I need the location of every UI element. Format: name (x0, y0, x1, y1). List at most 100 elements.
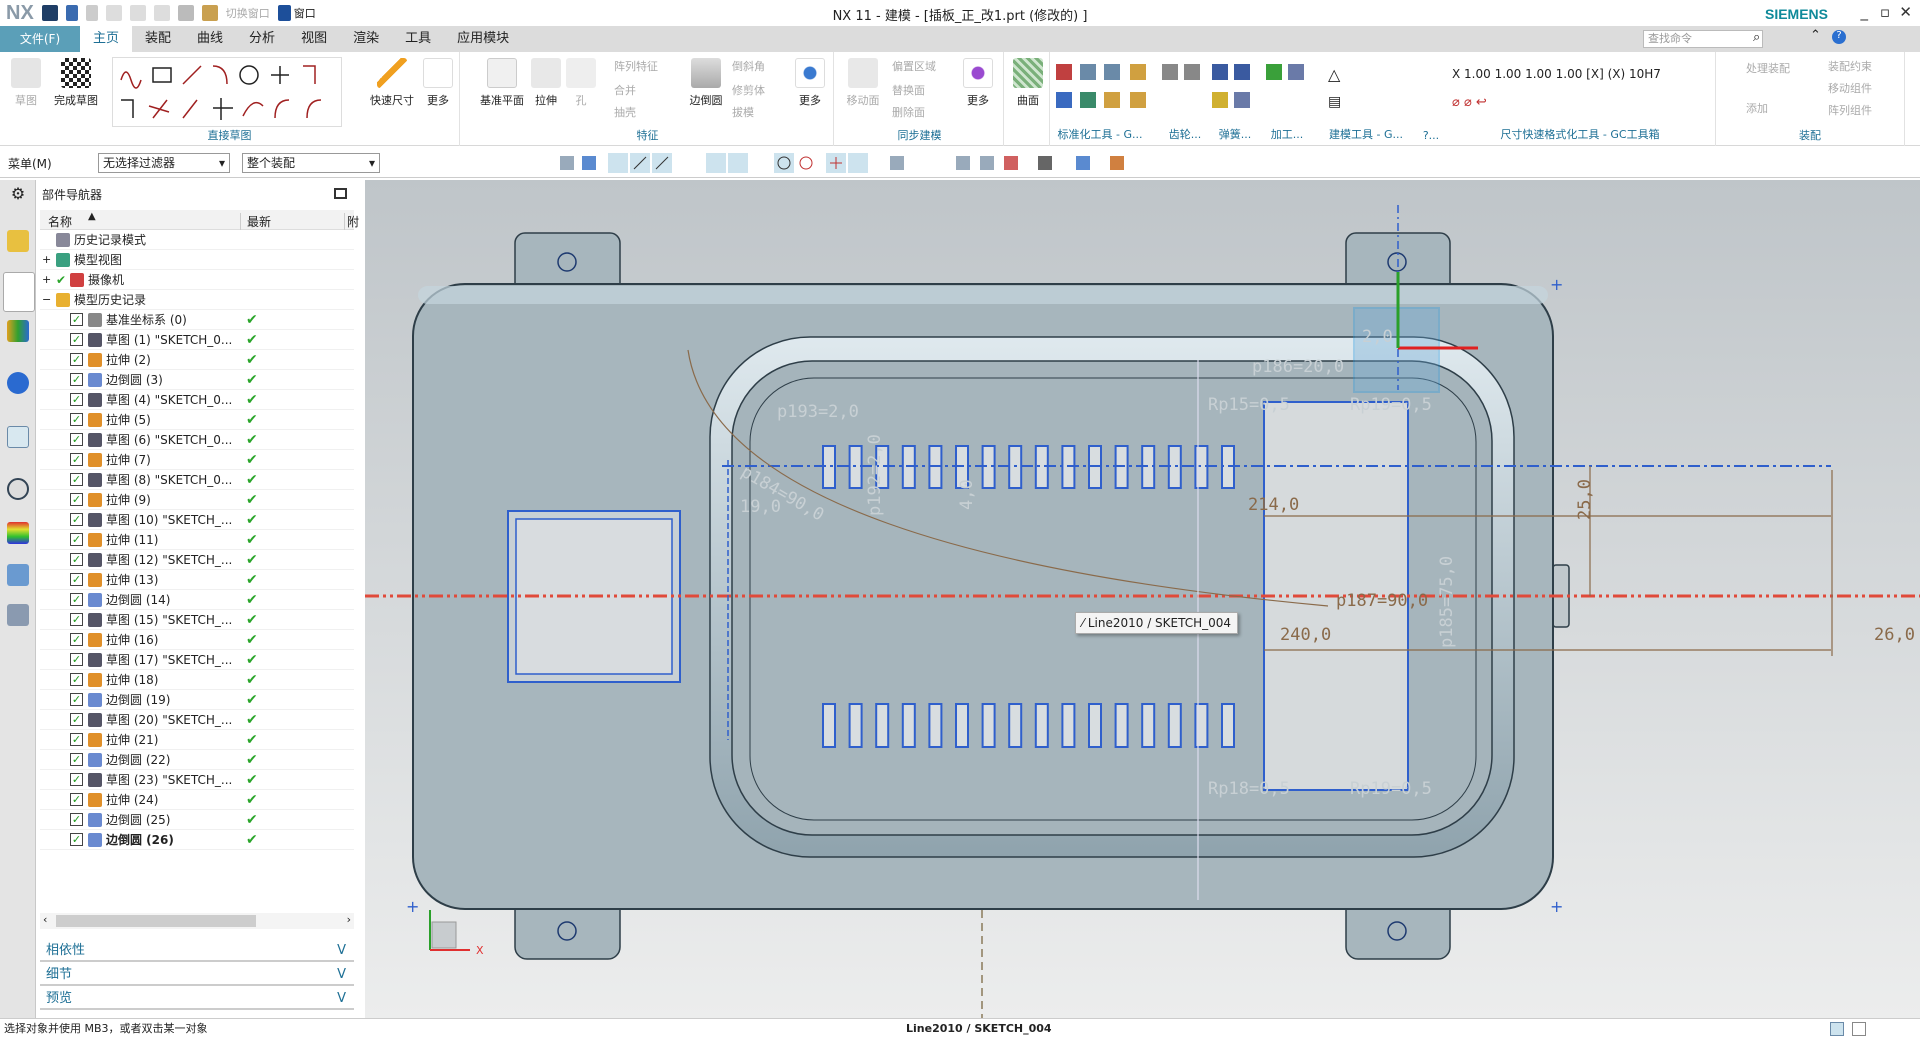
draft-button[interactable]: 拔模 (732, 104, 754, 120)
history-clock-icon[interactable] (7, 478, 29, 500)
visibility-checkbox[interactable]: ✓ (70, 333, 83, 346)
feature-row[interactable]: ✓ 草图 (20) "SKETCH_... ✔ (40, 710, 354, 730)
feature-row[interactable]: ✓ 拉伸 (13) ✔ (40, 570, 354, 590)
visibility-checkbox[interactable]: ✓ (70, 653, 83, 666)
pattern-component-button[interactable]: 阵列组件 (1828, 102, 1872, 118)
horizontal-scrollbar[interactable]: ‹ › (40, 913, 354, 929)
feature-row[interactable]: ✓ 草图 (17) "SKETCH_... ✔ (40, 650, 354, 670)
tab-render[interactable]: 渲染 (340, 26, 392, 52)
edge-blend-button[interactable]: 边倒圆 (684, 58, 728, 108)
feature-row[interactable]: ✓ 拉伸 (18) ✔ (40, 670, 354, 690)
tab-analysis[interactable]: 分析 (236, 26, 288, 52)
command-search-input[interactable]: 查找命令 (1643, 30, 1763, 48)
feature-row[interactable]: ✓ 拉伸 (2) ✔ (40, 350, 354, 370)
collapse-icon[interactable]: − (42, 290, 51, 310)
tree-node[interactable]: + 模型视图 (40, 250, 354, 270)
group-label-gear[interactable]: 齿轮... (1160, 126, 1210, 142)
move-component-button[interactable]: 移动组件 (1828, 80, 1872, 96)
feature-row[interactable]: ✓ 草图 (23) "SKETCH_... ✔ (40, 770, 354, 790)
visibility-checkbox[interactable]: ✓ (70, 833, 83, 846)
group-label-misc[interactable]: ?... (1416, 129, 1446, 142)
visibility-checkbox[interactable]: ✓ (70, 793, 83, 806)
feature-row[interactable]: ✓ 草图 (6) "SKETCH_0... ✔ (40, 430, 354, 450)
feature-row[interactable]: ✓ 边倒圆 (19) ✔ (40, 690, 354, 710)
menu-button[interactable]: 菜单(M) (8, 155, 52, 172)
selection-filter-dropdown[interactable]: 无选择过滤器 (98, 153, 230, 173)
tab-home[interactable]: 主页 (80, 26, 133, 52)
group-label-std-tools[interactable]: 标准化工具 - G... (1040, 126, 1160, 142)
pattern-feature-button[interactable]: 阵列特征 (614, 58, 658, 74)
sketch-more-button[interactable]: 更多 (420, 58, 456, 108)
feature-row[interactable]: ✓ 边倒圆 (25) ✔ (40, 810, 354, 830)
scroll-right-icon[interactable]: › (347, 913, 351, 926)
tree-node[interactable]: − 模型历史记录 (40, 290, 354, 310)
system-scene-icon[interactable] (7, 604, 29, 626)
tree-node[interactable]: 历史记录模式 (40, 230, 354, 250)
visibility-checkbox[interactable]: ✓ (70, 313, 83, 326)
column-name[interactable]: 名称 (48, 213, 72, 230)
visibility-checkbox[interactable]: ✓ (70, 633, 83, 646)
visibility-checkbox[interactable]: ✓ (70, 413, 83, 426)
file-menu[interactable]: 文件(F) (0, 26, 80, 52)
visibility-checkbox[interactable]: ✓ (70, 813, 83, 826)
feature-row[interactable]: ✓ 基准坐标系 (0) ✔ (40, 310, 354, 330)
panel-dependencies[interactable]: 相依性 V (40, 940, 354, 962)
feature-row[interactable]: ✓ 草图 (15) "SKETCH_... ✔ (40, 610, 354, 630)
collapse-ribbon-icon[interactable]: ⌃ (1810, 28, 1821, 43)
visibility-checkbox[interactable]: ✓ (70, 553, 83, 566)
trim-body-button[interactable]: 修剪体 (732, 82, 765, 98)
extrude-button[interactable]: 拉伸 (528, 58, 564, 108)
replace-face-button[interactable]: 替换面 (892, 82, 925, 98)
feature-row[interactable]: ✓ 草图 (12) "SKETCH_... ✔ (40, 550, 354, 570)
feature-row[interactable]: ✓ 拉伸 (24) ✔ (40, 790, 354, 810)
sketch-tools-icons[interactable] (113, 58, 343, 128)
finish-sketch-button[interactable]: 完成草图 (48, 58, 104, 108)
visibility-checkbox[interactable]: ✓ (70, 453, 83, 466)
feature-row[interactable]: ✓ 边倒圆 (14) ✔ (40, 590, 354, 610)
info-icon[interactable] (7, 372, 29, 394)
column-latest[interactable]: 最新 (240, 213, 340, 230)
group-label-modeling-tools[interactable]: 建模工具 - G... (1316, 126, 1416, 142)
visibility-checkbox[interactable]: ✓ (70, 773, 83, 786)
feature-row[interactable]: ✓ 边倒圆 (26) ✔ (40, 830, 354, 850)
feature-row[interactable]: ✓ 拉伸 (21) ✔ (40, 730, 354, 750)
tree-node[interactable]: + ✔ 摄像机 (40, 270, 354, 290)
tab-curve[interactable]: 曲线 (184, 26, 236, 52)
close-button[interactable]: ✕ (1899, 3, 1912, 21)
process-assembly-button[interactable]: 处理装配 (1746, 60, 1790, 76)
maximize-navigator-icon[interactable] (334, 188, 347, 199)
panel-preview[interactable]: 预览 V (40, 988, 354, 1010)
visibility-checkbox[interactable]: ✓ (70, 713, 83, 726)
settings-icon[interactable]: ⚙ (7, 184, 29, 206)
selection-scope-dropdown[interactable]: 整个装配 (242, 153, 380, 173)
feature-row[interactable]: ✓ 草图 (4) "SKETCH_0... ✔ (40, 390, 354, 410)
chamfer-button[interactable]: 倒斜角 (732, 58, 765, 74)
tab-view[interactable]: 视图 (288, 26, 340, 52)
minimize-button[interactable]: _ (1861, 3, 1869, 21)
datum-plane-button[interactable]: 基准平面 (477, 58, 527, 108)
visibility-checkbox[interactable]: ✓ (70, 473, 83, 486)
visibility-checkbox[interactable]: ✓ (70, 593, 83, 606)
gc-toolbox-icons[interactable]: △ ▤ X 1.00 1.00 1.00 1.00 [X] (X) 10H7 ⌀ … (1052, 58, 1752, 118)
hole-button[interactable]: 孔 (566, 58, 596, 108)
visibility-checkbox[interactable]: ✓ (70, 733, 83, 746)
palette-icon[interactable] (7, 522, 29, 544)
cad-model-view[interactable]: p193=2,0 19,0 p184=90,0 214,0 240,0 25,0… (365, 180, 1920, 1018)
column-attached[interactable]: 附 (344, 213, 359, 230)
layout-icon[interactable] (1852, 1022, 1866, 1036)
shell-button[interactable]: 抽壳 (614, 104, 636, 120)
tab-tools[interactable]: 工具 (392, 26, 444, 52)
visibility-checkbox[interactable]: ✓ (70, 673, 83, 686)
feature-row[interactable]: ✓ 草图 (1) "SKETCH_0... ✔ (40, 330, 354, 350)
restore-button[interactable]: ▫ (1880, 3, 1890, 21)
visibility-checkbox[interactable]: ✓ (70, 353, 83, 366)
visibility-checkbox[interactable]: ✓ (70, 573, 83, 586)
visibility-checkbox[interactable]: ✓ (70, 533, 83, 546)
assembly-constraint-button[interactable]: 装配约束 (1828, 58, 1872, 74)
tab-applications[interactable]: 应用模块 (444, 26, 522, 52)
scrollbar-thumb[interactable] (56, 915, 256, 927)
feature-row[interactable]: ✓ 边倒圆 (22) ✔ (40, 750, 354, 770)
feature-row[interactable]: ✓ 拉伸 (7) ✔ (40, 450, 354, 470)
visibility-checkbox[interactable]: ✓ (70, 373, 83, 386)
feature-row[interactable]: ✓ 拉伸 (16) ✔ (40, 630, 354, 650)
